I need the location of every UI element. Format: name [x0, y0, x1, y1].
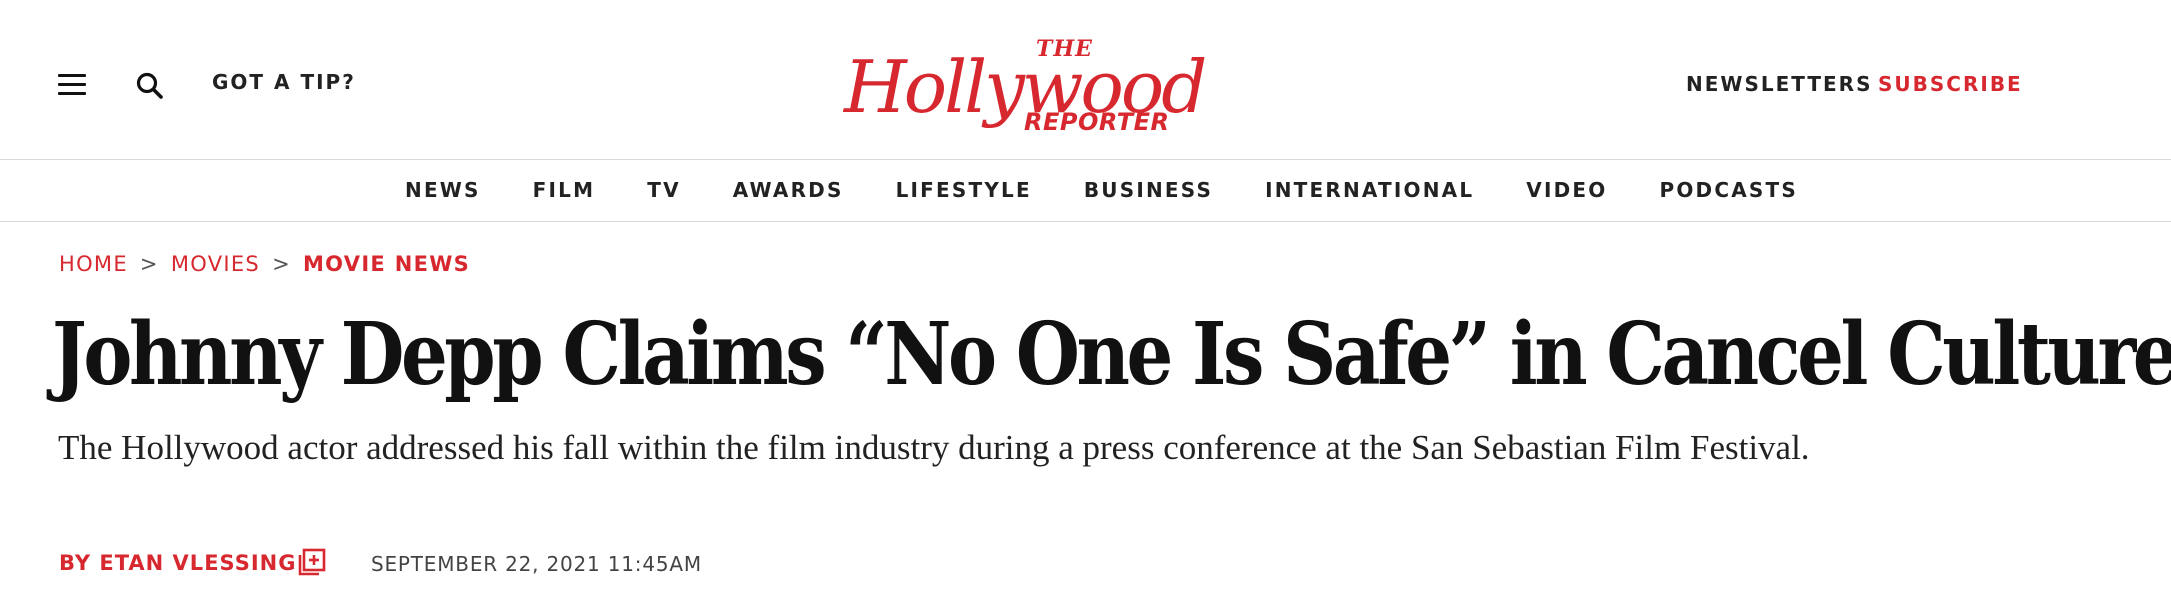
- article-dek: The Hollywood actor addressed his fall w…: [58, 428, 1810, 467]
- breadcrumb-home[interactable]: HOME: [59, 252, 128, 276]
- subscribe-link[interactable]: SUBSCRIBE: [1878, 72, 2023, 96]
- menu-icon[interactable]: [58, 74, 88, 98]
- nav-item-business[interactable]: BUSINESS: [1084, 178, 1213, 202]
- search-icon[interactable]: [134, 70, 166, 102]
- primary-nav: NEWS FILM TV AWARDS LIFESTYLE BUSINESS I…: [0, 160, 2171, 222]
- breadcrumb: HOME > MOVIES > MOVIE NEWS: [59, 252, 470, 276]
- author-plus-icon[interactable]: [298, 548, 326, 576]
- nav-item-film[interactable]: FILM: [533, 178, 596, 202]
- breadcrumb-separator: >: [139, 252, 159, 276]
- article-date: SEPTEMBER 22, 2021 11:45AM: [371, 552, 702, 576]
- newsletters-link[interactable]: NEWSLETTERS: [1686, 72, 1872, 96]
- nav-item-podcasts[interactable]: PODCASTS: [1659, 178, 1797, 202]
- nav-item-awards[interactable]: AWARDS: [733, 178, 844, 202]
- author-byline-link[interactable]: BY ETAN VLESSING: [59, 551, 296, 575]
- nav-item-lifestyle[interactable]: LIFESTYLE: [896, 178, 1032, 202]
- breadcrumb-separator: >: [272, 252, 291, 276]
- got-a-tip-link[interactable]: GOT A TIP?: [212, 70, 356, 94]
- nav-item-tv[interactable]: TV: [647, 178, 681, 202]
- site-logo[interactable]: THE Hollywood REPORTER: [840, 30, 1240, 138]
- nav-item-international[interactable]: INTERNATIONAL: [1265, 178, 1474, 202]
- breadcrumb-movie-news[interactable]: MOVIE NEWS: [303, 252, 470, 276]
- logo-bottom-text: REPORTER: [1024, 108, 1170, 136]
- article-headline: Johnny Depp Claims “No One Is Safe” in C…: [52, 304, 2171, 405]
- nav-item-news[interactable]: NEWS: [405, 178, 481, 202]
- breadcrumb-movies[interactable]: MOVIES: [171, 252, 260, 276]
- nav-item-video[interactable]: VIDEO: [1526, 178, 1607, 202]
- site-header: GOT A TIP? THE Hollywood REPORTER NEWSLE…: [0, 0, 2171, 160]
